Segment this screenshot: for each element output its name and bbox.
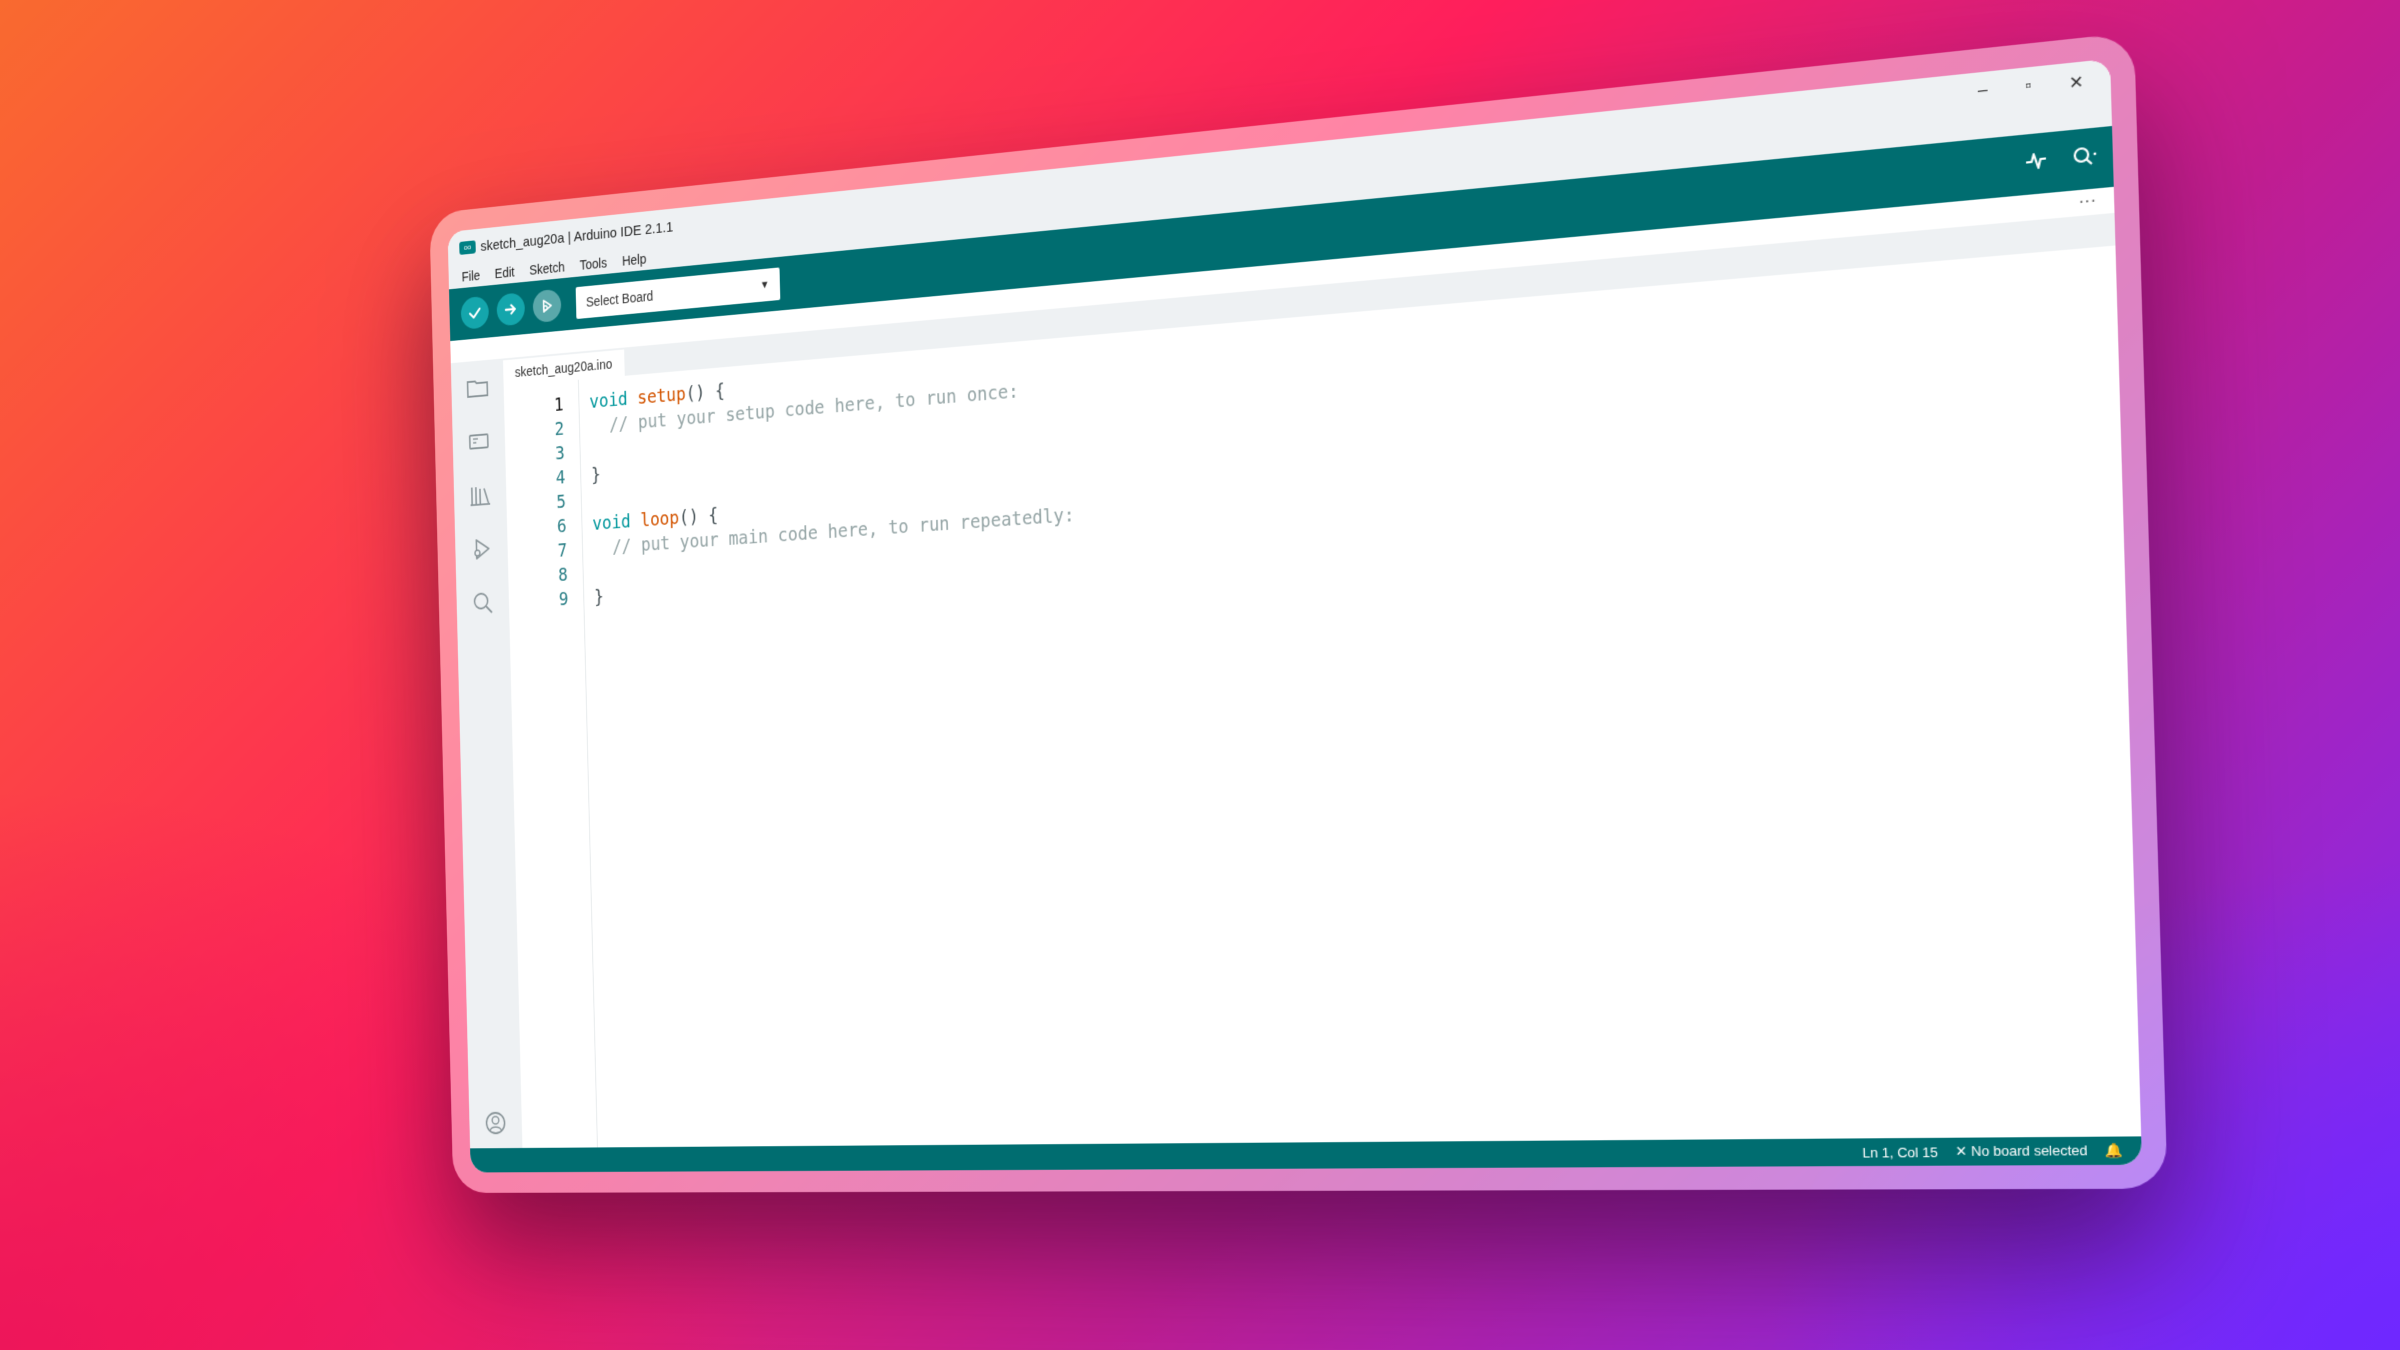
arrow-right-icon — [502, 299, 519, 319]
checkmark-icon — [466, 303, 483, 323]
notification-bell-icon[interactable]: 🔔 — [2105, 1142, 2124, 1160]
menu-edit[interactable]: Edit — [495, 264, 515, 281]
code-token: () { — [678, 504, 719, 529]
board-select-dropdown[interactable]: Select Board ▼ — [575, 267, 781, 320]
window-frame: oo sketch_aug20a | Arduino IDE 2.1.1 – ▫… — [429, 32, 2168, 1193]
serial-plotter-icon[interactable] — [2024, 147, 2049, 180]
verify-button[interactable] — [460, 295, 490, 330]
account-icon[interactable] — [483, 1109, 508, 1137]
debug-button[interactable] — [532, 288, 562, 324]
maximize-button[interactable]: ▫ — [2025, 77, 2032, 99]
search-icon[interactable] — [470, 588, 495, 617]
board-select-label: Select Board — [585, 288, 654, 310]
arduino-app-icon: oo — [459, 240, 476, 255]
toolbar-right — [2024, 143, 2098, 180]
board-status[interactable]: ✕ No board selected — [1955, 1142, 2088, 1160]
function-name: setup — [637, 383, 687, 409]
cursor-position[interactable]: Ln 1, Col 15 — [1862, 1144, 1938, 1160]
folder-icon[interactable] — [465, 373, 490, 403]
library-manager-icon[interactable] — [468, 480, 493, 510]
menu-file[interactable]: File — [462, 268, 481, 285]
chevron-down-icon: ▼ — [759, 278, 770, 292]
line-number: 9 — [558, 588, 569, 611]
code-text[interactable]: void setup() { // put your setup code he… — [577, 245, 2142, 1148]
upload-button[interactable] — [496, 292, 526, 327]
serial-monitor-icon[interactable] — [2070, 143, 2098, 176]
debug-icon — [539, 296, 556, 316]
close-button[interactable]: ✕ — [2069, 71, 2085, 94]
keyword: void — [589, 388, 628, 413]
editor-area: sketch_aug20a.ino 1 2 3 4 5 6 7 8 9 void… — [502, 212, 2142, 1148]
board-manager-icon[interactable] — [466, 427, 491, 457]
more-options-button[interactable]: ··· — [2078, 192, 2096, 213]
arduino-ide-window: oo sketch_aug20a | Arduino IDE 2.1.1 – ▫… — [447, 58, 2143, 1173]
function-name: loop — [640, 507, 680, 532]
window-controls: – ▫ ✕ — [1978, 70, 2096, 104]
minimize-button[interactable]: – — [1978, 81, 1988, 103]
keyword: void — [592, 511, 631, 535]
debug-sidebar-icon[interactable] — [469, 534, 494, 564]
background: oo sketch_aug20a | Arduino IDE 2.1.1 – ▫… — [0, 0, 2400, 1350]
menu-help[interactable]: Help — [622, 251, 647, 268]
menu-sketch[interactable]: Sketch — [529, 259, 565, 277]
code-editor[interactable]: 1 2 3 4 5 6 7 8 9 void setup() {// put … — [504, 245, 2142, 1148]
menu-tools[interactable]: Tools — [579, 255, 607, 273]
workspace: sketch_aug20a.ino 1 2 3 4 5 6 7 8 9 void… — [450, 212, 2142, 1149]
code-token: () { — [685, 380, 726, 405]
